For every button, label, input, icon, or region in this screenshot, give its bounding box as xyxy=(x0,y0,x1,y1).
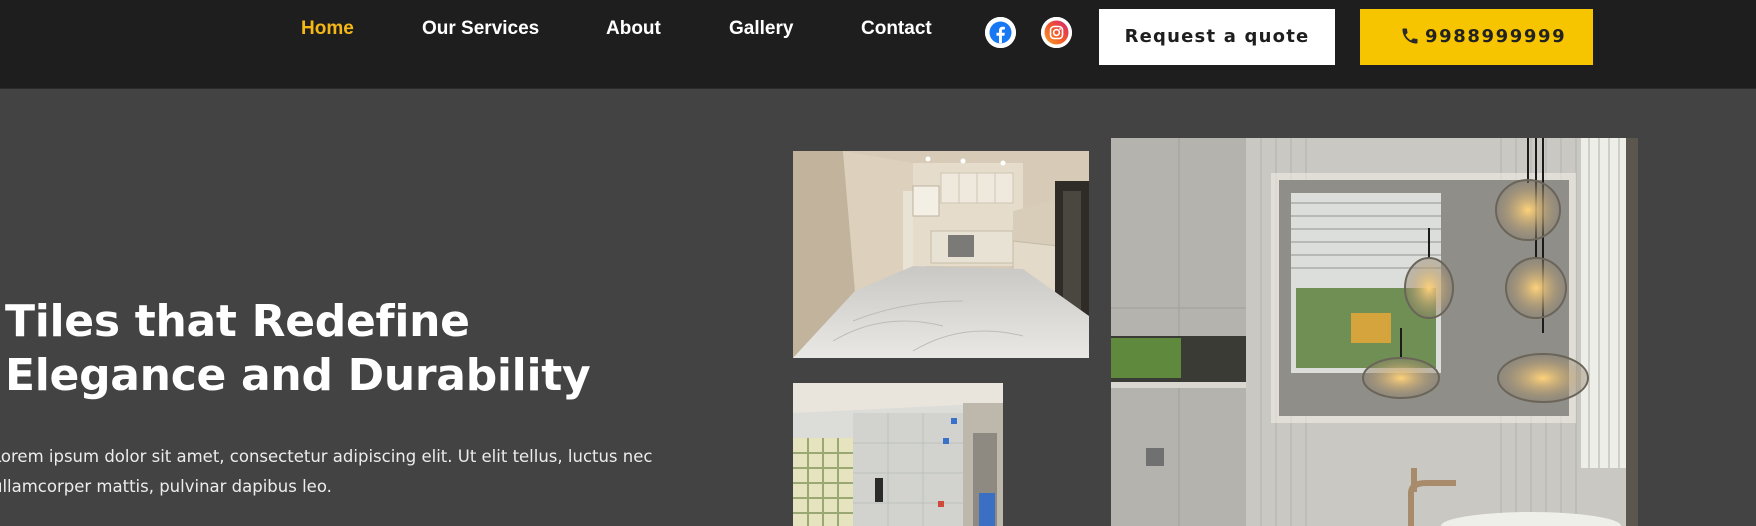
nav-home[interactable]: Home xyxy=(301,17,354,41)
nav-about[interactable]: About xyxy=(606,17,661,41)
phone-icon xyxy=(1402,28,1418,44)
bathroom-mirror-photo xyxy=(1111,138,1638,526)
hero-title-line-1: Tiles that Redefine xyxy=(5,296,470,347)
hero-description-line-1: Lorem ipsum dolor sit amet, consectetur … xyxy=(0,447,653,466)
hero-title: Tiles that Redefine Elegance and Durabil… xyxy=(5,295,645,403)
nav-our-services[interactable]: Our Services xyxy=(422,17,539,41)
instagram-icon xyxy=(1041,17,1072,48)
hero-description: Lorem ipsum dolor sit amet, consectetur … xyxy=(0,442,712,502)
hero-description-line-2: ullamcorper mattis, pulvinar dapibus leo… xyxy=(0,477,332,496)
nav-contact[interactable]: Contact xyxy=(861,17,932,41)
request-quote-button[interactable]: Request a quote xyxy=(1099,9,1335,65)
nav-gallery[interactable]: Gallery xyxy=(729,17,793,41)
kitchen-photo xyxy=(793,151,1089,358)
bathroom-photo xyxy=(793,383,1003,526)
facebook-icon xyxy=(985,17,1016,48)
phone-call-button[interactable]: 9988999999 xyxy=(1360,9,1593,65)
facebook-link[interactable] xyxy=(985,17,1016,48)
phone-number: 9988999999 xyxy=(1425,26,1567,47)
instagram-link[interactable] xyxy=(1041,17,1072,48)
site-header: Home Our Services About Gallery Contact xyxy=(0,0,1756,89)
hero-title-line-2: Elegance and Durability xyxy=(5,350,591,401)
